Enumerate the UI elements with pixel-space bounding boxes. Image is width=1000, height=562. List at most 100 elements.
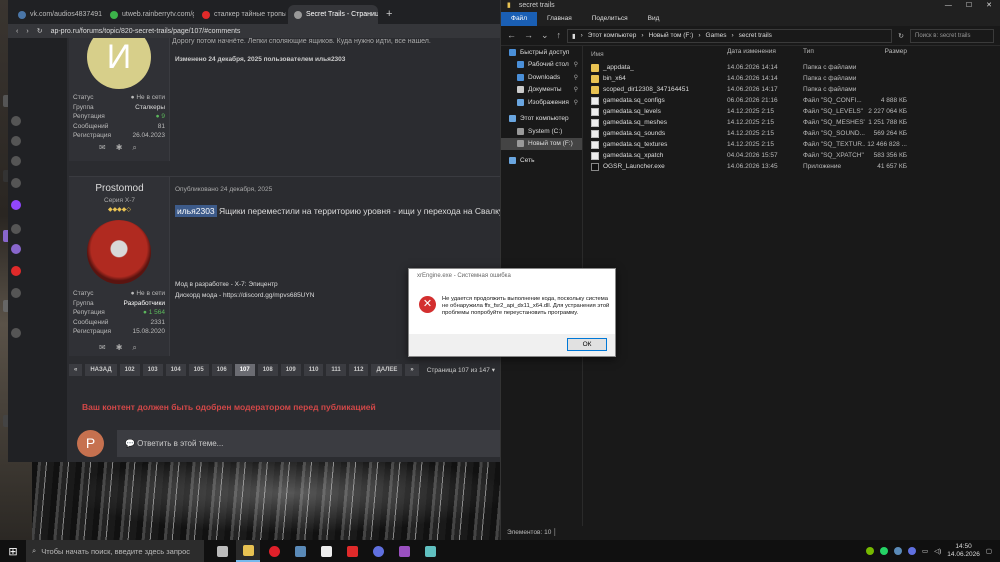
breadcrumb[interactable]: ▮ › Этот компьютер › Новый том (F:) › Games › se… xyxy=(567,28,893,43)
taskbar-app[interactable] xyxy=(314,540,338,562)
column-header[interactable]: Имя xyxy=(591,48,727,60)
menu-item[interactable]: Файл xyxy=(501,12,537,26)
address-bar[interactable]: ‹ › ↻ ap-pro.ru/forums/topic/820-secret-… xyxy=(8,24,500,38)
nav-item[interactable]: Быстрый доступ xyxy=(501,46,582,59)
file-row[interactable]: gamedata.sq_textures 14.12.2025 2:15 Файл … xyxy=(591,139,1000,150)
page-link[interactable]: 107 xyxy=(234,364,255,376)
forward-icon[interactable]: › xyxy=(26,28,28,35)
file-row[interactable]: bin_x64 14.06.2026 14:14 Папка с файлами xyxy=(591,73,1000,84)
page-link[interactable]: 104 xyxy=(165,364,186,376)
next-page-icon[interactable]: » xyxy=(405,364,419,376)
author-name[interactable]: Prostomod xyxy=(69,183,170,194)
page-link[interactable]: 105 xyxy=(188,364,209,376)
sidebar-icon[interactable] xyxy=(11,136,21,146)
clock[interactable]: 14:50 14.06.2026 xyxy=(947,543,980,559)
mail-icon[interactable]: ✉ xyxy=(99,143,106,153)
back-icon[interactable]: ← xyxy=(507,30,516,41)
nav-item[interactable]: Документы ⚲ xyxy=(501,84,582,97)
taskbar-app[interactable] xyxy=(288,540,312,562)
file-row[interactable]: gamedata.sq_meshes 14.12.2025 2:15 Файл "S… xyxy=(591,117,1000,128)
close-icon[interactable]: ✕ xyxy=(986,0,992,12)
menu-item[interactable]: Главная xyxy=(537,12,582,26)
search-icon[interactable]: ⌕ xyxy=(132,143,136,153)
menu-item[interactable]: Вид xyxy=(638,12,670,26)
notification-icon[interactable]: ▢ xyxy=(986,547,992,555)
column-header[interactable]: Тип xyxy=(803,48,865,60)
sidebar-icon[interactable] xyxy=(11,244,21,254)
forward-icon[interactable]: → xyxy=(524,30,533,41)
nvidia-icon[interactable] xyxy=(865,547,874,555)
avatar[interactable] xyxy=(87,220,151,284)
taskbar-app[interactable] xyxy=(392,540,416,562)
ok-button[interactable]: ОК xyxy=(567,338,607,351)
browser-tab[interactable]: utweb.rainberrytv.com/gu✕ xyxy=(104,5,194,24)
sidebar-icon[interactable] xyxy=(11,224,21,234)
column-header[interactable]: Дата изменения xyxy=(727,48,803,60)
url-text[interactable]: ap-pro.ru/forums/topic/820-secret-trails… xyxy=(51,28,241,35)
prev-page-icon[interactable]: « xyxy=(69,364,83,376)
reload-icon[interactable]: ↻ xyxy=(37,27,43,35)
minimize-icon[interactable]: — xyxy=(945,0,952,12)
mention-link[interactable]: илья2303 xyxy=(175,205,217,217)
file-row[interactable]: gamedata.sq_xpatch 04.04.2026 15:57 Файл "… xyxy=(591,150,1000,161)
settings-icon[interactable]: ✱ xyxy=(116,143,123,153)
nav-item[interactable]: Рабочий стол ⚲ xyxy=(501,59,582,72)
nav-item[interactable]: Этот компьютер xyxy=(501,113,582,126)
breadcrumb-item[interactable]: secret trails xyxy=(739,32,772,39)
prev-button[interactable]: НАЗАД xyxy=(85,364,117,376)
browser-tab[interactable]: vk.com/audios483749140✕ xyxy=(12,5,102,24)
page-link[interactable]: 111 xyxy=(326,364,346,376)
taskbar-app[interactable] xyxy=(262,540,286,562)
steam-icon[interactable] xyxy=(893,547,902,555)
file-row[interactable]: OGSR_Launcher.exe 14.06.2026 13:45 Приложе… xyxy=(591,161,1000,172)
sidebar-icon[interactable] xyxy=(11,288,21,298)
taskbar-app[interactable] xyxy=(366,540,390,562)
page-link[interactable]: 109 xyxy=(280,364,301,376)
file-row[interactable]: gamedata.sq_configs 06.06.2026 21:16 Файл … xyxy=(591,95,1000,106)
page-info[interactable]: Страница 107 из 147 ▾ xyxy=(422,363,500,377)
taskbar-app[interactable] xyxy=(210,540,234,562)
sidebar-icon[interactable] xyxy=(11,156,21,166)
sidebar-icon[interactable] xyxy=(11,328,21,338)
network-icon[interactable]: ▭ xyxy=(922,547,928,555)
nav-item[interactable]: Downloads ⚲ xyxy=(501,71,582,84)
back-icon[interactable]: ‹ xyxy=(16,28,18,35)
chevron-down-icon[interactable]: ⌄ xyxy=(541,30,549,41)
sidebar-icon[interactable] xyxy=(11,266,21,276)
breadcrumb-item[interactable]: Новый том (F:) xyxy=(649,32,694,39)
signature-line[interactable]: Дискорд мода - https://discord.gg/mpvs68… xyxy=(175,292,314,299)
avatar[interactable]: И xyxy=(87,38,151,89)
settings-icon[interactable]: ✱ xyxy=(116,343,123,353)
next-button[interactable]: ДАЛЕЕ xyxy=(371,364,403,376)
new-tab-button[interactable]: + xyxy=(380,5,398,24)
discord-icon[interactable] xyxy=(907,547,916,555)
mail-icon[interactable]: ✉ xyxy=(99,343,106,353)
sidebar-icon[interactable] xyxy=(11,178,21,188)
page-link[interactable]: 112 xyxy=(348,364,369,376)
page-link[interactable]: 103 xyxy=(142,364,163,376)
windows-start-icon[interactable]: ⊞ xyxy=(0,540,26,562)
file-row[interactable]: _appdata_ 14.06.2026 14:14 Папка с файлами xyxy=(591,62,1000,73)
page-link[interactable]: 108 xyxy=(257,364,278,376)
reply-input[interactable]: 💬 Ответить в этой теме... xyxy=(117,430,500,457)
file-row[interactable]: gamedata.sq_sounds 14.12.2025 2:15 Файл "S… xyxy=(591,128,1000,139)
reload-icon[interactable]: ↻ xyxy=(898,32,904,40)
page-link[interactable]: 106 xyxy=(211,364,232,376)
nav-item[interactable]: Сеть xyxy=(501,154,582,167)
browser-tab[interactable]: Secret Trails - Страница✕ xyxy=(288,5,378,24)
sidebar-icon[interactable] xyxy=(11,116,21,126)
whatsapp-icon[interactable] xyxy=(879,547,888,555)
menu-item[interactable]: Поделиться xyxy=(582,12,638,26)
up-icon[interactable]: ↑ xyxy=(557,30,562,41)
breadcrumb-item[interactable]: Этот компьютер xyxy=(588,32,637,39)
page-link[interactable]: 110 xyxy=(303,364,324,376)
nav-item[interactable]: Изображения ⚲ xyxy=(501,96,582,109)
search-icon[interactable]: ⌕ xyxy=(132,343,136,353)
taskbar-search[interactable]: ⌕ Чтобы начать поиск, введите здесь запр… xyxy=(26,540,204,562)
taskbar-app[interactable] xyxy=(418,540,442,562)
file-row[interactable]: scoped_dir12308_347164451 14.06.2026 14:1… xyxy=(591,84,1000,95)
file-row[interactable]: gamedata.sq_levels 14.12.2025 2:15 Файл "S… xyxy=(591,106,1000,117)
twitch-icon[interactable] xyxy=(11,200,21,210)
maximize-icon[interactable]: ☐ xyxy=(966,0,972,12)
nav-item[interactable]: System (C:) xyxy=(501,125,582,138)
